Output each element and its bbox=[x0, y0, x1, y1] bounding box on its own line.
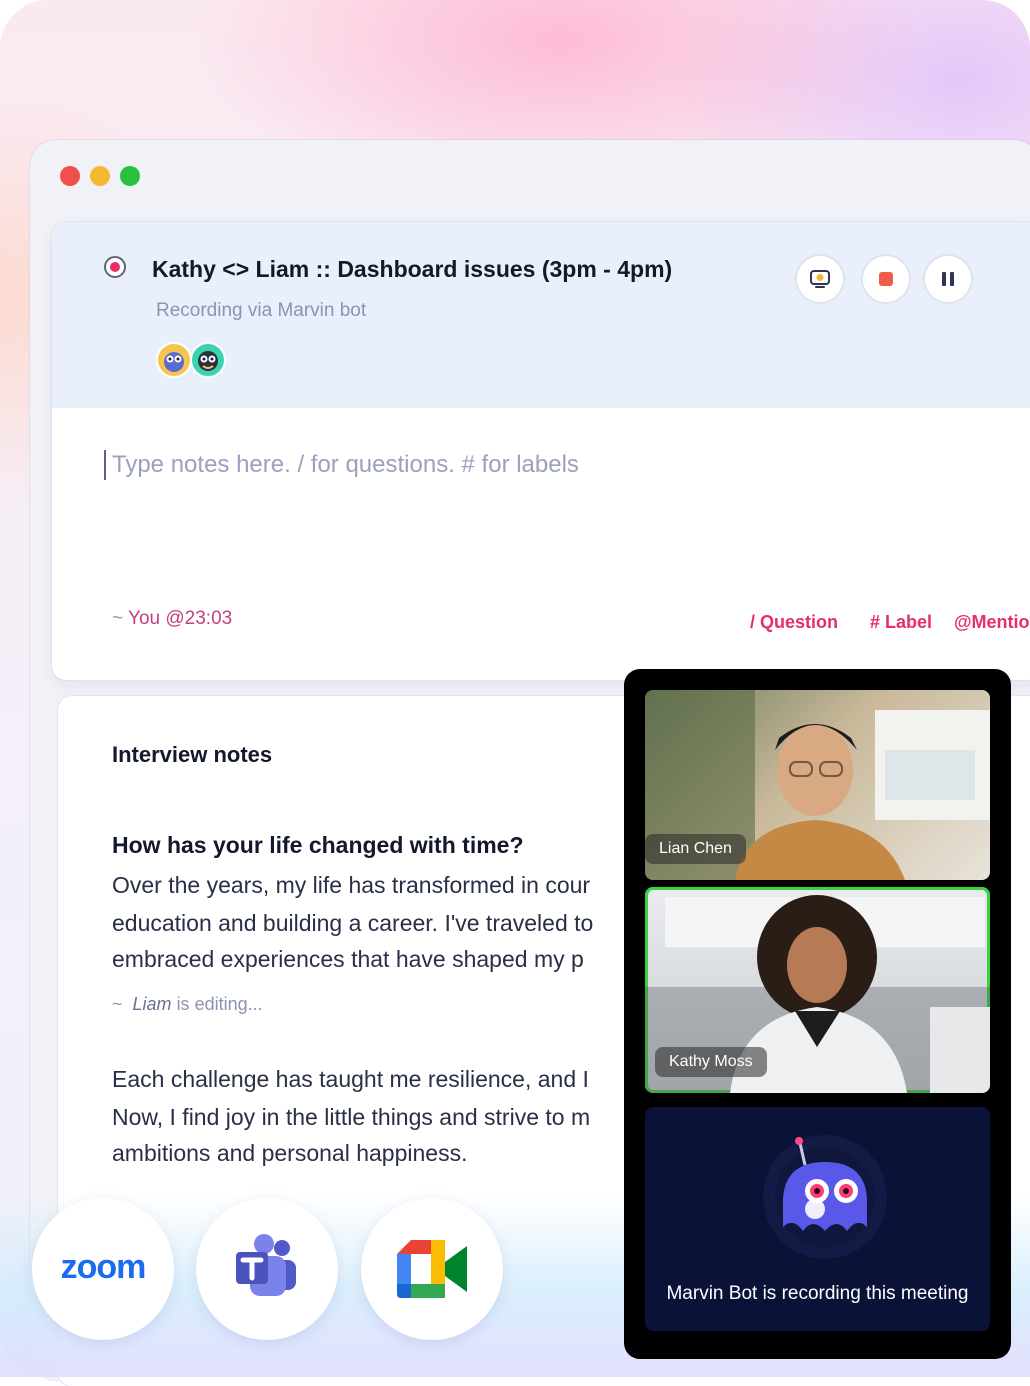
bot-video-tile: Marvin Bot is recording this meeting bbox=[645, 1107, 990, 1331]
teams-logo-icon bbox=[236, 1234, 296, 1296]
question-heading: How has your life changed with time? bbox=[112, 832, 524, 858]
stop-recording-button[interactable] bbox=[863, 256, 909, 302]
participant-video-tile-active[interactable]: Kathy Moss bbox=[645, 887, 990, 1093]
recording-status: Recording via Marvin bot bbox=[156, 300, 367, 321]
record-icon bbox=[104, 256, 126, 278]
bot-view-button[interactable] bbox=[797, 256, 843, 302]
screen-bot-icon bbox=[810, 270, 830, 288]
teams-app-button[interactable] bbox=[196, 1198, 338, 1340]
paragraph-line: ambitions and personal happiness. bbox=[112, 1140, 468, 1166]
meeting-title: Kathy <> Liam :: Dashboard issues (3pm -… bbox=[152, 256, 673, 282]
google-meet-app-button[interactable] bbox=[361, 1198, 503, 1340]
paragraph-line: Now, I find joy in the little things and… bbox=[112, 1104, 591, 1130]
meeting-notes-card: Kathy <> Liam :: Dashboard issues (3pm -… bbox=[52, 222, 1030, 680]
mention-tag-button[interactable]: @Mentio bbox=[954, 612, 1030, 633]
google-meet-logo-icon bbox=[397, 1240, 467, 1298]
paragraph-line: Over the years, my life has transformed … bbox=[112, 872, 591, 898]
bot-recording-status: Marvin Bot is recording this meeting bbox=[666, 1283, 969, 1304]
pause-recording-button[interactable] bbox=[925, 256, 971, 302]
marvin-bot-icon bbox=[763, 1135, 887, 1259]
avatar bbox=[156, 342, 192, 378]
avatar bbox=[190, 342, 226, 378]
window-close-button[interactable] bbox=[60, 166, 80, 186]
participant-name: Lian Chen bbox=[645, 834, 746, 864]
note-author: ~ You @23:03 bbox=[112, 608, 233, 629]
participant-name: Kathy Moss bbox=[655, 1047, 767, 1077]
video-call-panel: Lian Chen Kathy Moss Marvin Bot is recor… bbox=[624, 669, 1011, 1359]
question-tag-button[interactable]: / Question bbox=[750, 612, 838, 633]
editing-indicator: ~ Liam is editing... bbox=[112, 994, 263, 1014]
zoom-logo-icon: zoom bbox=[60, 1248, 147, 1286]
zoom-app-button[interactable]: zoom bbox=[32, 1198, 174, 1340]
section-title: Interview notes bbox=[112, 742, 273, 767]
paragraph-line: embraced experiences that have shaped my… bbox=[112, 946, 584, 972]
window-minimize-button[interactable] bbox=[90, 166, 110, 186]
window-maximize-button[interactable] bbox=[120, 166, 140, 186]
label-tag-button[interactable]: # Label bbox=[870, 612, 932, 633]
stop-icon bbox=[879, 272, 893, 286]
paragraph-line: Each challenge has taught me resilience,… bbox=[112, 1066, 589, 1092]
paragraph-line: education and building a career. I've tr… bbox=[112, 910, 594, 936]
notes-input[interactable]: Type notes here. / for questions. # for … bbox=[104, 450, 992, 480]
participant-video-tile[interactable]: Lian Chen bbox=[645, 690, 990, 880]
meeting-header: Kathy <> Liam :: Dashboard issues (3pm -… bbox=[52, 222, 1030, 408]
